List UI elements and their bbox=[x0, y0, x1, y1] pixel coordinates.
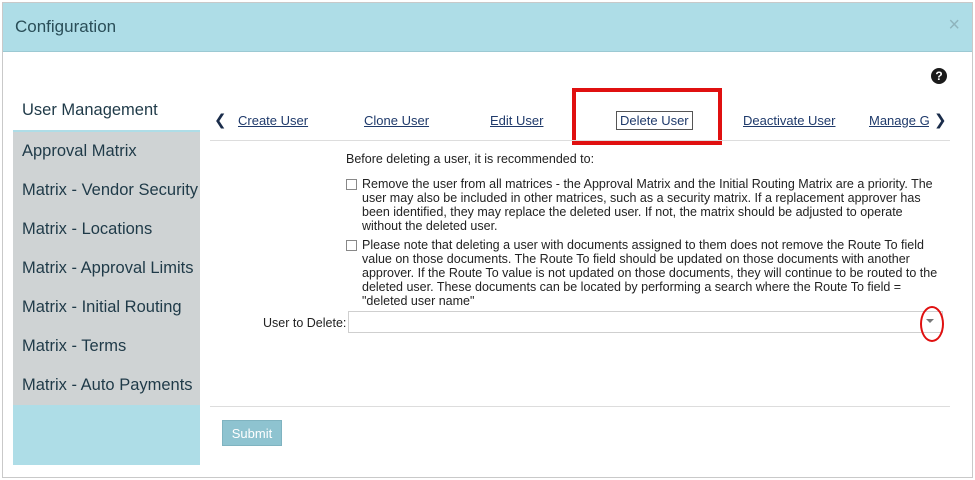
footer-divider bbox=[210, 406, 950, 407]
dialog-title: Configuration bbox=[15, 17, 117, 36]
tab-overflow-clip: Manage Gr bbox=[869, 108, 929, 138]
sidebar-menu: User Management Approval Matrix Matrix -… bbox=[13, 91, 200, 465]
annotation-circle bbox=[920, 306, 944, 342]
note-checkbox[interactable] bbox=[346, 240, 357, 251]
sidebar-item-matrix-terms[interactable]: Matrix - Terms bbox=[13, 327, 200, 366]
note-text: Please note that deleting a user with do… bbox=[362, 238, 938, 308]
sidebar-item-approval-matrix[interactable]: Approval Matrix bbox=[13, 132, 200, 171]
sidebar-item-matrix-initial-routing[interactable]: Matrix - Initial Routing bbox=[13, 288, 200, 327]
tab-divider bbox=[210, 140, 950, 141]
annotation-highlight-box bbox=[572, 88, 722, 145]
sidebar-item-matrix-approval-limits[interactable]: Matrix - Approval Limits bbox=[13, 249, 200, 288]
sidebar-item-matrix-locations[interactable]: Matrix - Locations bbox=[13, 210, 200, 249]
tab-manage-groups[interactable]: Manage Gr bbox=[869, 113, 929, 128]
tab-edit-user[interactable]: Edit User bbox=[490, 113, 543, 128]
tab-clone-user[interactable]: Clone User bbox=[364, 113, 429, 128]
note-item-remove-matrices: Remove the user from all matrices - the … bbox=[346, 177, 944, 233]
tab-prev-arrow-icon[interactable]: ❮ bbox=[214, 111, 227, 129]
sidebar-item-matrix-vendor-security[interactable]: Matrix - Vendor Security bbox=[13, 171, 200, 210]
submit-button[interactable]: Submit bbox=[222, 420, 282, 446]
close-icon[interactable]: × bbox=[948, 15, 960, 35]
user-to-delete-select[interactable] bbox=[348, 311, 943, 333]
tab-create-user[interactable]: Create User bbox=[238, 113, 308, 128]
sidebar-item-user-management[interactable]: User Management bbox=[13, 91, 200, 130]
delete-intro-text: Before deleting a user, it is recommende… bbox=[346, 152, 595, 166]
dialog-header: Configuration × bbox=[3, 3, 972, 52]
user-to-delete-label: User to Delete: bbox=[263, 316, 347, 330]
note-text: Remove the user from all matrices - the … bbox=[362, 177, 933, 233]
tab-deactivate-user[interactable]: Deactivate User bbox=[743, 113, 835, 128]
note-item-route-to: Please note that deleting a user with do… bbox=[346, 238, 944, 308]
sidebar-item-matrix-auto-payments[interactable]: Matrix - Auto Payments bbox=[13, 366, 200, 405]
help-icon[interactable]: ? bbox=[931, 68, 947, 84]
tab-next-arrow-icon[interactable]: ❯ bbox=[934, 111, 947, 129]
note-checkbox[interactable] bbox=[346, 179, 357, 190]
